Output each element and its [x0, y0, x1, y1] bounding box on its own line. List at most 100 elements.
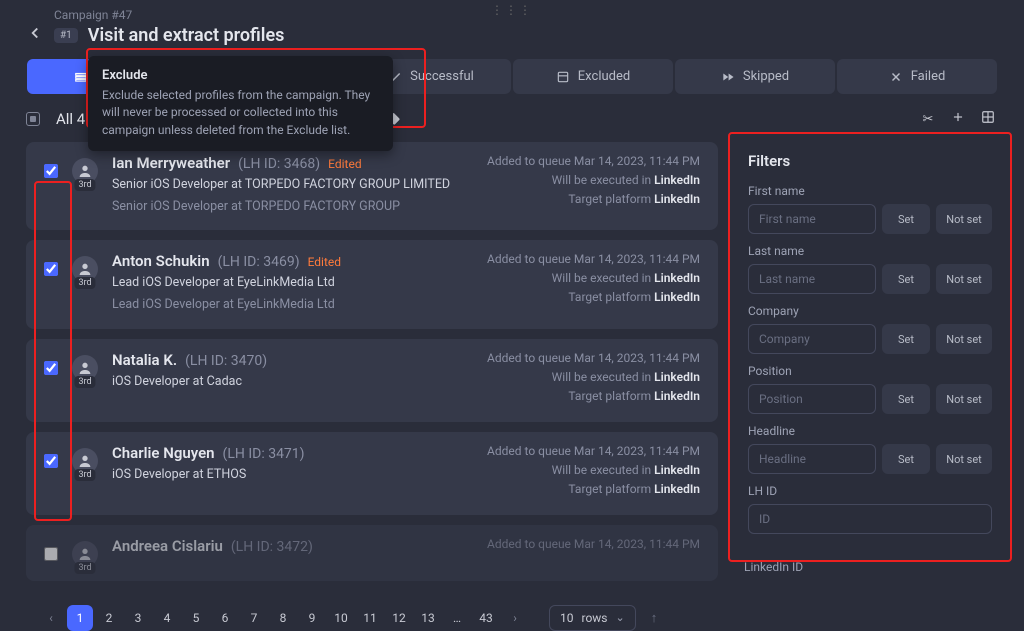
pager-prev[interactable]: ‹	[38, 605, 64, 631]
profile-checkbox[interactable]	[44, 454, 58, 468]
connection-degree: 3rd	[74, 562, 95, 574]
profile-lhid: (LH ID: 3470)	[185, 353, 267, 369]
profile-lhid: (LH ID: 3469)	[218, 254, 300, 270]
tab-label: Successful	[410, 69, 474, 84]
pager-page[interactable]: 5	[183, 605, 209, 631]
pager-page[interactable]: 8	[270, 605, 296, 631]
filter-company-label: Company	[748, 304, 992, 318]
tab-excluded[interactable]: Excluded	[513, 59, 673, 94]
profile-headline: iOS Developer at Cadac	[112, 373, 473, 391]
avatar: 3rd	[72, 355, 98, 381]
filter-last-name-notset[interactable]: Not set	[936, 264, 992, 294]
filter-last-name-label: Last name	[748, 244, 992, 258]
queued-time: Added to queue Mar 14, 2023, 11:44 PM	[487, 351, 700, 365]
filter-last-name-input[interactable]	[748, 264, 876, 294]
filter-company-set[interactable]: Set	[882, 324, 930, 354]
filter-position-notset[interactable]: Not set	[936, 384, 992, 414]
pager-page[interactable]: 10	[328, 605, 354, 631]
queued-time: Added to queue Mar 14, 2023, 11:44 PM	[487, 252, 700, 266]
queued-time: Added to queue Mar 14, 2023, 11:44 PM	[487, 154, 700, 168]
pager-page[interactable]: 13	[415, 605, 441, 631]
tooltip-title: Exclude	[102, 68, 379, 83]
filter-position-set[interactable]: Set	[882, 384, 930, 414]
page-title: Visit and extract profiles	[88, 25, 285, 46]
filter-headline-set[interactable]: Set	[882, 444, 930, 474]
pager-page[interactable]: 4	[154, 605, 180, 631]
pager-page[interactable]: 1	[67, 605, 93, 631]
pager-page[interactable]: 6	[212, 605, 238, 631]
profile-checkbox[interactable]	[44, 262, 58, 276]
queued-time: Added to queue Mar 14, 2023, 11:44 PM	[487, 444, 700, 458]
profile-headline: Senior iOS Developer at TORPEDO FACTORY …	[112, 176, 473, 194]
profile-card[interactable]: 3rdCharlie Nguyen(LH ID: 3471)iOS Develo…	[26, 432, 718, 515]
filter-last-name-set[interactable]: Set	[882, 264, 930, 294]
profile-checkbox[interactable]	[44, 361, 58, 375]
profile-card[interactable]: 3rdAndreea Cislariu(LH ID: 3472)Added to…	[26, 525, 718, 581]
pager-page[interactable]: 2	[96, 605, 122, 631]
edited-badge: Edited	[328, 157, 361, 171]
plus-icon[interactable]	[948, 110, 968, 128]
profile-headline: iOS Developer at ETHOS	[112, 466, 473, 484]
profile-name: Ian Merryweather	[112, 154, 230, 172]
profile-card[interactable]: 3rd Ian Merryweather (LH ID: 3468) Edited Se…	[26, 142, 718, 230]
rows-word: rows	[582, 611, 608, 625]
pager-ellipsis: …	[444, 605, 470, 631]
tooltip-body: Exclude selected profiles from the campa…	[102, 87, 379, 139]
pager-page[interactable]: 7	[241, 605, 267, 631]
filter-position-input[interactable]	[748, 384, 876, 414]
connection-degree: 3rd	[74, 277, 95, 289]
pager-page[interactable]: 11	[357, 605, 383, 631]
avatar: 3rd	[72, 448, 98, 474]
filter-linkedin-id-label: LinkedIn ID	[744, 560, 1024, 574]
scroll-top-icon[interactable]: ↑	[651, 610, 658, 626]
tab-failed[interactable]: Failed	[837, 59, 997, 94]
rows-per-page[interactable]: 10 rows ⌄	[549, 605, 636, 631]
pager-next[interactable]: ›	[502, 605, 528, 631]
filter-first-name-set[interactable]: Set	[882, 204, 930, 234]
connection-degree: 3rd	[74, 376, 95, 388]
scissors-icon[interactable]: ✂	[918, 112, 938, 127]
profile-name: Andreea Cislariu	[112, 537, 223, 555]
profile-subheadline: Senior iOS Developer at TORPEDO FACTORY …	[112, 198, 473, 216]
filter-headline-label: Headline	[748, 424, 992, 438]
filter-first-name-notset[interactable]: Not set	[936, 204, 992, 234]
profile-lhid: (LH ID: 3471)	[223, 446, 305, 462]
profile-lhid: (LH ID: 3468)	[238, 156, 320, 172]
exec-target: Will be executed in LinkedIn	[487, 173, 700, 187]
filter-lhid-label: LH ID	[748, 484, 992, 498]
exec-target: Will be executed in LinkedIn	[487, 271, 700, 285]
filter-lhid-input[interactable]	[748, 504, 992, 534]
profile-checkbox[interactable]	[44, 164, 58, 178]
edited-badge: Edited	[308, 255, 341, 269]
pager-page[interactable]: 3	[125, 605, 151, 631]
profile-checkbox[interactable]	[44, 547, 58, 561]
platform-target: Target platform LinkedIn	[487, 290, 700, 304]
exec-target: Will be executed in LinkedIn	[487, 370, 700, 384]
grid-icon[interactable]	[978, 110, 998, 128]
breadcrumb[interactable]: Campaign #47	[54, 8, 998, 22]
tab-label: Excluded	[578, 69, 630, 84]
filter-headline-notset[interactable]: Not set	[936, 444, 992, 474]
filter-company-input[interactable]	[748, 324, 876, 354]
back-icon[interactable]	[26, 24, 44, 47]
connection-degree: 3rd	[74, 469, 95, 481]
select-all-toggle[interactable]	[26, 112, 40, 126]
profile-card[interactable]: 3rdNatalia K.(LH ID: 3470)iOS Developer …	[26, 339, 718, 422]
avatar: 3rd	[72, 541, 98, 567]
tab-label: Failed	[911, 69, 946, 84]
filter-headline-input[interactable]	[748, 444, 876, 474]
tab-skipped[interactable]: Skipped	[675, 59, 835, 94]
pager-page[interactable]: 12	[386, 605, 412, 631]
pager-page[interactable]: 9	[299, 605, 325, 631]
chevron-down-icon: ⌄	[616, 611, 625, 624]
pager-page[interactable]: 43	[473, 605, 499, 631]
filter-first-name-input[interactable]	[748, 204, 876, 234]
connection-degree: 3rd	[74, 179, 95, 191]
exclude-tooltip: Exclude Exclude selected profiles from t…	[88, 56, 393, 151]
profile-card[interactable]: 3rdAnton Schukin(LH ID: 3469)EditedLead …	[26, 240, 718, 328]
platform-target: Target platform LinkedIn	[487, 389, 700, 403]
profile-subheadline: Lead iOS Developer at EyeLinkMedia Ltd	[112, 296, 473, 314]
tab-label: Skipped	[743, 69, 789, 84]
filter-company-notset[interactable]: Not set	[936, 324, 992, 354]
step-badge: #1	[54, 28, 78, 43]
